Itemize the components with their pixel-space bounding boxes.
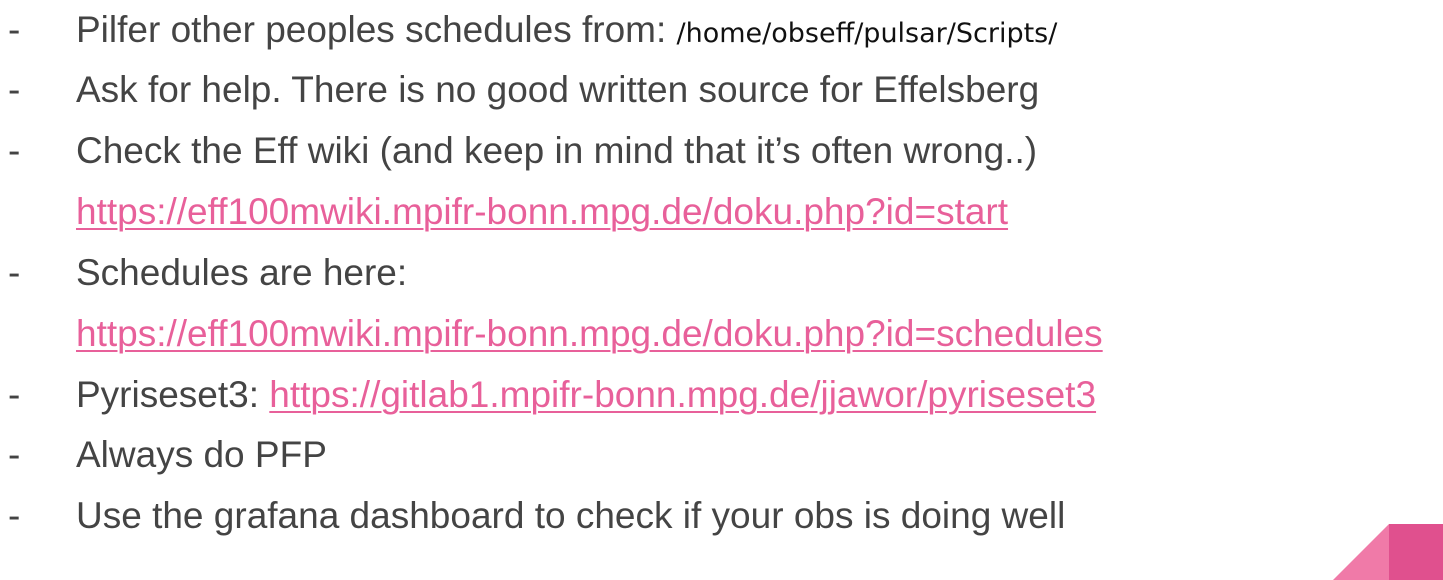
bullet-label: Pyriseset3: [76,374,270,415]
bullet-dash: - [8,252,21,293]
bullet-dash: - [8,69,21,110]
corner-square [1389,524,1443,580]
bullet-text: Pyriseset3: https://gitlab1.mpifr-bonn.m… [76,371,1096,418]
bullet-dash: - [8,9,21,50]
scripts-path: /home/obseff/pulsar/Scripts/ [676,18,1058,49]
bullet-dash: - [8,374,21,415]
bullet-text: Use the grafana dashboard to check if yo… [76,495,1066,536]
corner-decoration-icon [1333,524,1443,580]
corner-triangle [1333,524,1389,580]
bullet-label: Pilfer other peoples schedules from: [76,9,677,50]
pyriseset3-link[interactable]: https://gitlab1.mpifr-bonn.mpg.de/jjawor… [269,374,1096,415]
bullet-dash: - [8,434,21,475]
wiki-schedules-link[interactable]: https://eff100mwiki.mpifr-bonn.mpg.de/do… [76,310,1103,357]
bullet-dash: - [8,130,21,171]
wiki-start-link[interactable]: https://eff100mwiki.mpifr-bonn.mpg.de/do… [76,188,1008,235]
bullet-dash: - [8,495,21,536]
bullet-text: Check the Eff wiki (and keep in mind tha… [76,130,1038,171]
bullet-text: Schedules are here: [76,252,408,293]
bullet-text: Always do PFP [76,434,327,475]
bullet-text: Ask for help. There is no good written s… [76,69,1040,110]
bullet-text: Pilfer other peoples schedules from: /ho… [76,6,1057,57]
slide: - Pilfer other peoples schedules from: /… [0,0,1443,580]
